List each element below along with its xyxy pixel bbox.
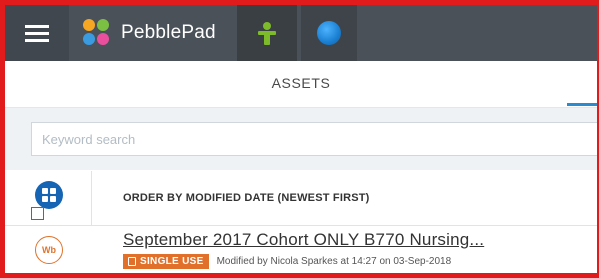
top-bar: PebblePad (5, 5, 597, 61)
search-area (5, 108, 597, 170)
single-use-label: SINGLE USE (140, 256, 204, 267)
asset-meta: SINGLE USE Modified by Nicola Sparkes at… (123, 254, 451, 269)
pebblepad-logo-icon (83, 19, 111, 47)
order-controls (5, 171, 92, 225)
brand[interactable]: PebblePad (83, 5, 216, 61)
menu-button[interactable] (5, 5, 69, 61)
sort-order-label[interactable]: ORDER BY MODIFIED DATE (NEWEST FIRST) (123, 192, 370, 204)
grid-view-icon (42, 188, 56, 202)
brand-name: PebblePad (121, 22, 216, 43)
globe-icon (317, 21, 341, 45)
list-item[interactable]: Wb September 2017 Cohort ONLY B770 Nursi… (5, 226, 597, 273)
order-row: ORDER BY MODIFIED DATE (NEWEST FIRST) (5, 171, 597, 226)
tab-personal[interactable] (237, 5, 297, 61)
asset-type-badge: Wb (35, 236, 63, 264)
page-title: ASSETS (271, 75, 331, 91)
app-frame: PebblePad ASSETS ORDER BY MODIFIED DATE … (0, 0, 599, 278)
document-icon (128, 257, 136, 266)
search-input[interactable] (31, 122, 597, 156)
hamburger-icon (25, 23, 49, 44)
single-use-tag: SINGLE USE (123, 254, 209, 269)
grid-view-button[interactable] (35, 181, 63, 209)
modified-info: Modified by Nicola Sparkes at 14:27 on 0… (216, 256, 452, 267)
active-tab-indicator (567, 103, 597, 106)
select-all-checkbox[interactable] (31, 207, 44, 220)
tab-workspace[interactable] (301, 5, 357, 61)
assets-header: ASSETS (5, 61, 597, 108)
person-icon (258, 22, 276, 45)
asset-title-link[interactable]: September 2017 Cohort ONLY B770 Nursing.… (123, 230, 484, 250)
